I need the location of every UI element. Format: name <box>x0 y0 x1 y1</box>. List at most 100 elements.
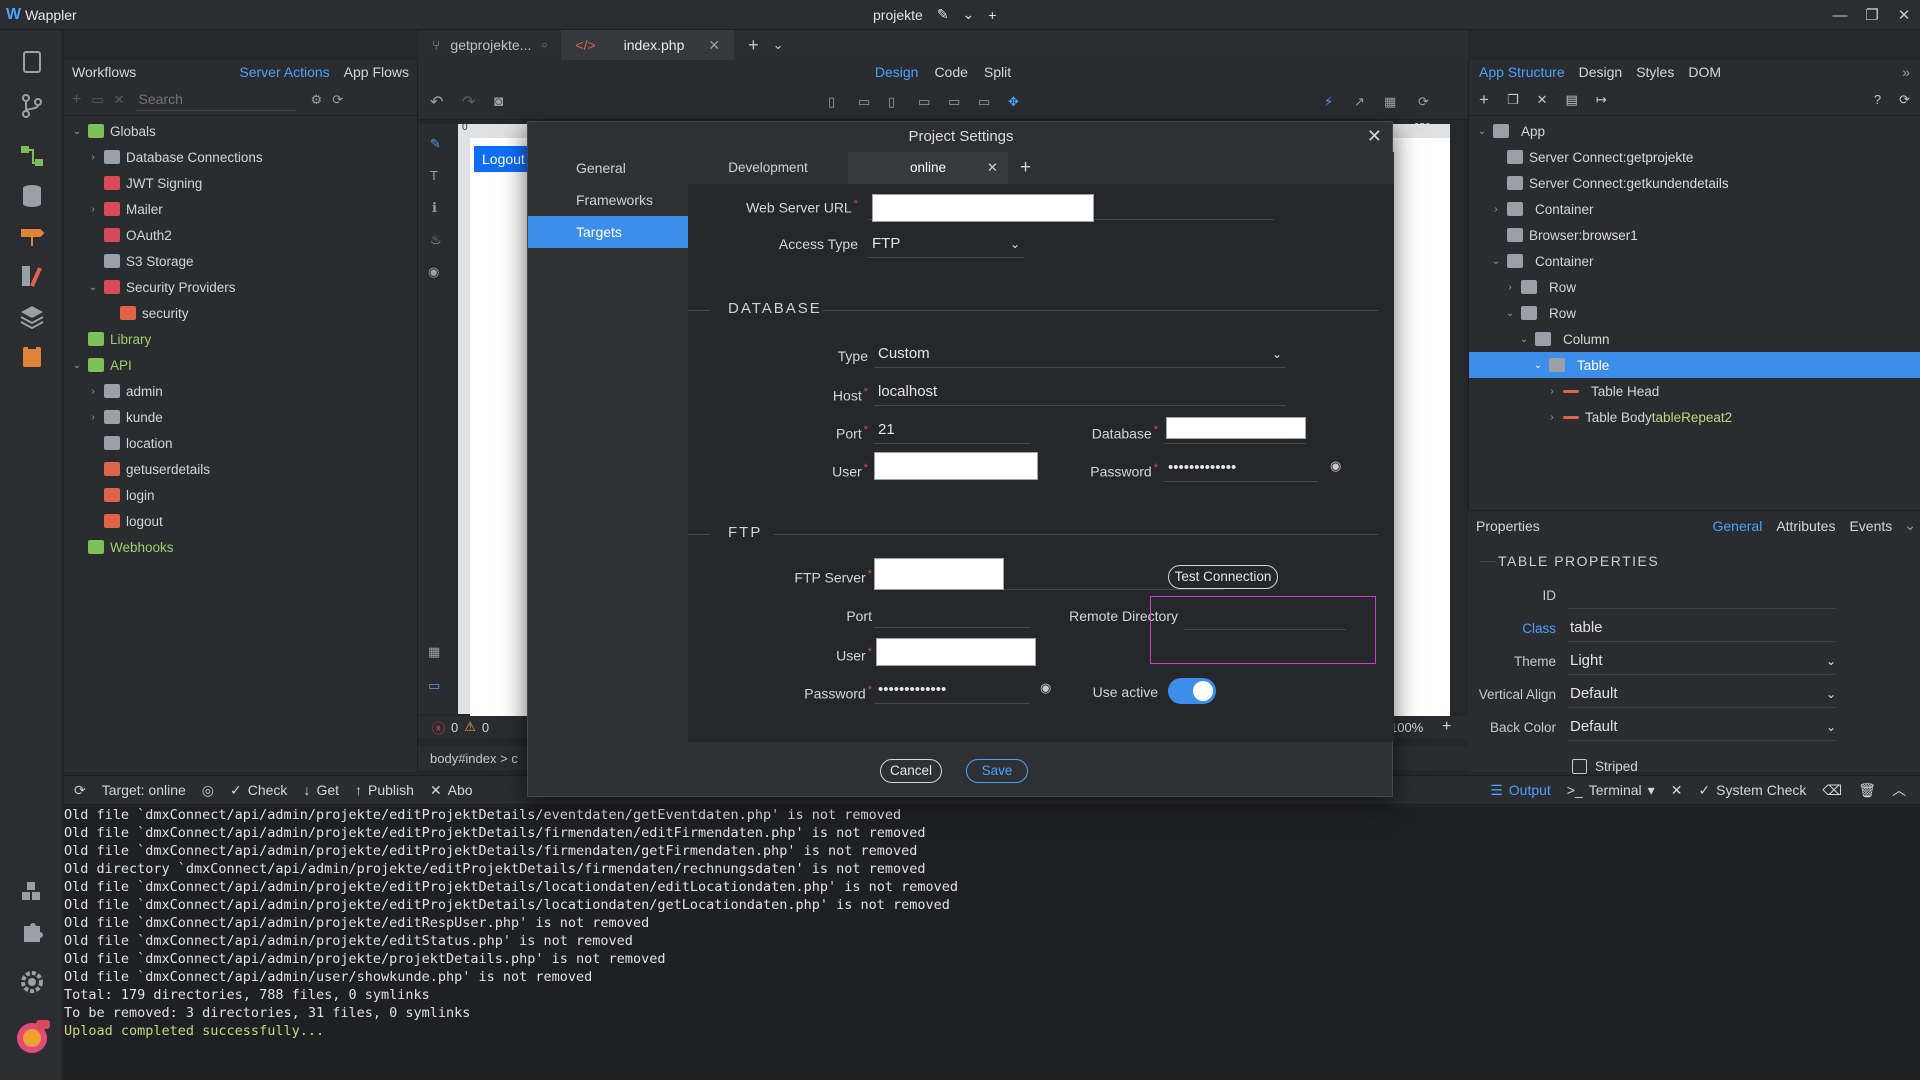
terminal-tab[interactable]: >_ Terminal ▾ <box>1567 782 1655 799</box>
close-icon[interactable]: ✕ <box>1671 782 1683 799</box>
camera-icon[interactable]: ◙ <box>494 93 503 110</box>
close-tab-icon[interactable]: ✕ <box>987 152 998 184</box>
tree-item[interactable]: › admin <box>64 378 417 404</box>
tree-item[interactable]: › Mailer <box>64 196 417 222</box>
ftp-password-input[interactable]: ••••••••••••• <box>874 676 1030 704</box>
add-target-icon[interactable]: + <box>1020 157 1031 179</box>
access-type-select[interactable]: FTP ⌄ <box>868 230 1024 258</box>
save-button[interactable]: Save <box>966 759 1028 783</box>
workflows-icon[interactable] <box>18 142 46 170</box>
publish-button[interactable]: ↑ Publish <box>355 782 414 798</box>
extensions-icon[interactable] <box>18 878 46 906</box>
unwrap-icon[interactable]: ↦ <box>1596 92 1607 108</box>
tree-item[interactable]: OAuth2 <box>64 222 417 248</box>
tab-attributes[interactable]: Attributes <box>1776 518 1835 534</box>
chevron-right-icon[interactable]: › <box>88 204 98 215</box>
structure-item[interactable]: › Container <box>1469 196 1920 222</box>
add-icon[interactable]: + <box>72 91 81 109</box>
tab-getprojekte[interactable]: ⑂ getprojekte... ○ <box>418 30 561 60</box>
expand-icon[interactable]: ︿ <box>1892 780 1906 800</box>
zoom-level[interactable]: 100% <box>1390 720 1423 735</box>
database-icon[interactable] <box>18 182 46 210</box>
chevron-right-icon[interactable]: › <box>88 412 98 423</box>
checkbox-box[interactable] <box>1572 759 1587 774</box>
use-active-toggle[interactable] <box>1168 678 1216 704</box>
structure-item[interactable]: › Row <box>1469 274 1920 300</box>
tree-item[interactable]: security <box>64 300 417 326</box>
refresh-icon[interactable]: ⟳ <box>74 782 86 799</box>
structure-item[interactable]: ⌄ Table <box>1469 352 1920 378</box>
chevron-down-icon[interactable]: ⌄ <box>88 282 98 293</box>
settings-gear-icon[interactable] <box>18 968 46 996</box>
tab-index-php[interactable]: </> index.php ✕ <box>561 30 735 60</box>
tab-design[interactable]: Design <box>1579 64 1623 80</box>
chevron-down-icon[interactable]: ⌄ <box>72 126 82 137</box>
eye-icon[interactable]: ◉ <box>1330 458 1341 474</box>
tab-development[interactable]: Development <box>688 152 848 184</box>
tab-online[interactable]: online ✕ <box>848 152 1008 184</box>
system-check-button[interactable]: ✓ System Check <box>1698 782 1806 799</box>
copy-icon[interactable]: ❐ <box>1507 92 1519 108</box>
refresh-icon[interactable]: ⟳ <box>1418 94 1429 110</box>
structure-item[interactable]: Server Connect: getkundendetails <box>1469 170 1920 196</box>
close-tab-icon[interactable]: ✕ <box>708 37 720 54</box>
grid-icon[interactable]: ▦ <box>1384 94 1396 110</box>
refresh-icon[interactable]: ⟳ <box>1899 92 1910 108</box>
tab-app-structure[interactable]: App Structure <box>1479 64 1565 80</box>
tab-general[interactable]: General <box>1713 518 1763 534</box>
chevron-down-icon[interactable]: ⌄ <box>1519 334 1529 345</box>
ftp-server-input[interactable] <box>874 558 1004 590</box>
ftp-port-input[interactable] <box>874 600 1030 628</box>
port-input[interactable]: 21 <box>874 416 1030 444</box>
db-password-input[interactable]: ••••••••••••• <box>1164 454 1318 482</box>
tab-app-flows[interactable]: App Flows <box>344 64 409 80</box>
text-icon[interactable]: T <box>430 168 438 183</box>
chevron-down-icon[interactable]: ⌄ <box>963 6 975 23</box>
chevron-right-icon[interactable]: › <box>1491 204 1501 215</box>
chevron-right-icon[interactable]: › <box>1505 282 1515 293</box>
device-wide-icon[interactable]: ▭ <box>978 94 990 110</box>
tree-item[interactable]: Library <box>64 326 417 352</box>
test-connection-button[interactable]: Test Connection <box>1168 565 1278 589</box>
folder-icon[interactable]: ▭ <box>91 92 103 108</box>
help-icon[interactable]: ? <box>1874 92 1881 107</box>
check-button[interactable]: ✓ Check <box>230 782 287 799</box>
property-value[interactable]: Light ⌄ <box>1568 647 1836 675</box>
device-phone-landscape-icon[interactable]: ▭ <box>858 94 870 110</box>
structure-item[interactable]: ⌄ Row <box>1469 300 1920 326</box>
resources-icon[interactable] <box>18 262 46 290</box>
property-value[interactable]: Default ⌄ <box>1568 680 1836 708</box>
git-icon[interactable] <box>18 92 46 120</box>
cancel-button[interactable]: Cancel <box>880 759 942 783</box>
share-icon[interactable]: ↗ <box>1354 94 1365 110</box>
tree-item[interactable]: S3 Storage <box>64 248 417 274</box>
sidebar-item-frameworks[interactable]: Frameworks <box>528 184 688 216</box>
chevron-down-icon[interactable]: ⌄ <box>1477 126 1487 137</box>
structure-item[interactable]: › Table Head <box>1469 378 1920 404</box>
chevron-down-icon[interactable]: ⌄ <box>1491 256 1501 267</box>
device-desktop-icon[interactable]: ▭ <box>948 94 960 110</box>
mode-code[interactable]: Code <box>934 64 967 80</box>
wappler-pro-avatar-icon[interactable] <box>14 1018 50 1054</box>
gear-icon[interactable]: ⚙ <box>311 92 323 108</box>
tree-item[interactable]: ⌄ API <box>64 352 417 378</box>
tree-item[interactable]: Webhooks <box>64 534 417 560</box>
refresh-icon[interactable]: ⟳ <box>332 92 343 108</box>
property-value[interactable]: Default ⌄ <box>1568 713 1836 741</box>
tab-server-actions[interactable]: Server Actions <box>239 64 329 80</box>
brush-icon[interactable]: ♨ <box>430 232 442 248</box>
logout-button[interactable]: Logout <box>474 146 533 172</box>
chevron-right-icon[interactable]: › <box>88 386 98 397</box>
host-input[interactable]: localhost <box>874 378 1286 406</box>
tree-item[interactable]: JWT Signing <box>64 170 417 196</box>
chevron-down-icon[interactable]: ⌄ <box>72 360 82 371</box>
sidebar-item-targets[interactable]: Targets <box>528 216 688 248</box>
chevron-right-icon[interactable]: › <box>1547 412 1557 423</box>
device-tablet-icon[interactable]: ▯ <box>888 94 895 110</box>
mode-design[interactable]: Design <box>875 64 919 80</box>
get-button[interactable]: ↓ Get <box>303 782 339 798</box>
chevron-down-icon[interactable]: ⌄ <box>1505 308 1515 319</box>
eraser-icon[interactable]: ⌫ <box>1822 782 1842 799</box>
info-icon[interactable]: ℹ <box>432 200 437 216</box>
tab-events[interactable]: Events <box>1849 518 1892 534</box>
